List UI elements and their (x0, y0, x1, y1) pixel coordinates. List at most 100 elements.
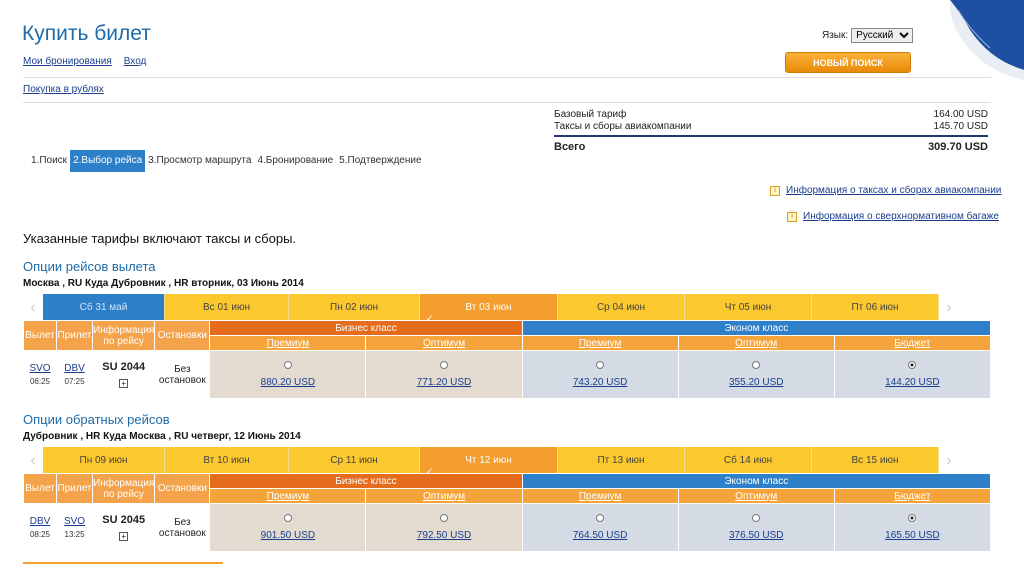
fare-radio-selected[interactable] (908, 361, 917, 369)
info-icon: i (787, 211, 797, 222)
outbound-day-tab[interactable]: Пн 02 июн (289, 294, 420, 321)
page-title: Купить билет (22, 22, 151, 45)
departure-time: 08:25 (29, 530, 51, 539)
business-class-header: Бизнес класс (209, 473, 523, 489)
fare-price[interactable]: 144.20 USD (885, 377, 939, 388)
inbound-route: Дубровник , HR Куда Москва , RU четверг,… (23, 431, 301, 442)
taxes-info-link[interactable]: Информация о таксах и сборах авиакомпани… (786, 185, 1001, 196)
expand-plus-icon[interactable]: + (119, 378, 129, 388)
inbound-day-tab[interactable]: Вс 15 июн (812, 447, 939, 474)
language-select[interactable]: Русский (851, 28, 914, 43)
footer-divider (23, 562, 223, 564)
fare-price[interactable]: 355.20 USD (729, 377, 783, 388)
col-flight-info: Информация по рейсу (92, 320, 156, 351)
arrival-time: 07:25 (64, 377, 85, 386)
departure-airport-link[interactable]: SVO (29, 363, 50, 374)
outbound-day-tab[interactable]: Сб 31 май (43, 294, 165, 321)
col-stops: Остановки (154, 473, 211, 504)
fare-radio[interactable] (440, 514, 448, 522)
inbound-day-tab[interactable]: Пн 09 июн (43, 447, 165, 474)
col-arrival: Прилет (56, 320, 94, 351)
step-route-review: 3.Просмотр маршрута (148, 155, 252, 166)
economy-class-header: Эконом класс (521, 473, 992, 489)
fare-price[interactable]: 901.50 USD (261, 530, 315, 541)
col-flight-info: Информация по рейсу (92, 473, 156, 504)
taxes-value: 145.70 USD (933, 121, 988, 132)
base-fare-value: 164.00 USD (933, 109, 988, 120)
inbound-day-tab[interactable]: Вт 10 июн (165, 447, 289, 474)
fare-radio[interactable] (440, 361, 448, 369)
login-link[interactable]: Вход (124, 56, 147, 67)
economy-class-header: Эконом класс (521, 320, 992, 336)
step-search[interactable]: 1.Поиск (28, 150, 70, 172)
fare-budget-economy[interactable]: Бюджет (894, 338, 930, 349)
total-label: Всего (554, 141, 586, 153)
inbound-date-strip: ‹ Пн 09 июн Вт 10 июн Ср 11 июн ✓ Чт 12 и… (23, 447, 991, 476)
stops-value: Без остановок (154, 350, 211, 399)
outbound-day-tab[interactable]: Чт 05 июн (685, 294, 812, 321)
outbound-route: Москва , RU Куда Дубровник , HR вторник,… (23, 278, 304, 289)
new-search-button[interactable]: НОВЫЙ ПОИСК (785, 52, 911, 73)
fare-optimum-economy[interactable]: Оптимум (735, 491, 777, 502)
fare-radio[interactable] (752, 361, 761, 369)
fare-premium-economy[interactable]: Премиум (579, 338, 622, 349)
fare-radio[interactable] (283, 361, 292, 369)
rub-purchase-link[interactable]: Покупка в рублях (23, 84, 104, 95)
fare-premium-business[interactable]: Премиум (267, 491, 310, 502)
outbound-title: Опции рейсов вылета (23, 259, 156, 274)
outbound-day-tab[interactable]: Вс 01 июн (165, 294, 289, 321)
outbound-day-tab-selected[interactable]: ✓ Вт 03 июн (420, 294, 558, 323)
step-flight-selection: 2.Выбор рейса (70, 150, 146, 172)
fare-price[interactable]: 771.20 USD (417, 377, 471, 388)
base-fare-label: Базовый тариф (554, 109, 627, 120)
col-departure: Вылет (22, 320, 58, 351)
fare-premium-economy[interactable]: Премиум (579, 491, 622, 502)
fare-price[interactable]: 376.50 USD (729, 530, 783, 541)
language-label: Язык: (822, 30, 849, 41)
arrival-airport-link[interactable]: SVO (64, 516, 85, 527)
inbound-fare-table: Вылет Прилет Информация по рейсу Останов… (22, 473, 992, 552)
fare-budget-economy[interactable]: Бюджет (894, 491, 930, 502)
booking-steps: 1.Поиск 2.Выбор рейса 3.Просмотр маршрут… (28, 150, 425, 172)
fare-optimum-business[interactable]: Оптимум (423, 338, 465, 349)
outbound-day-tab[interactable]: Пт 06 июн (812, 294, 939, 321)
outbound-day-tab[interactable]: Ср 04 июн (558, 294, 685, 321)
divider (23, 102, 991, 103)
prev-arrow-icon[interactable]: ‹ (23, 294, 43, 321)
arrival-airport-link[interactable]: DBV (64, 363, 85, 374)
fare-radio[interactable] (596, 514, 605, 522)
fare-price[interactable]: 792.50 USD (417, 530, 471, 541)
fare-radio[interactable] (752, 514, 761, 522)
next-arrow-icon[interactable]: › (939, 447, 959, 474)
col-arrival: Прилет (56, 473, 94, 504)
fare-price[interactable]: 743.20 USD (573, 377, 627, 388)
next-arrow-icon[interactable]: › (939, 294, 959, 321)
taxes-label: Таксы и сборы авиакомпании (554, 121, 692, 132)
departure-time: 06:25 (29, 377, 51, 386)
outbound-fare-table: Вылет Прилет Информация по рейсу Останов… (22, 320, 992, 399)
baggage-info-link[interactable]: Информация о сверхнормативном багаже (803, 211, 999, 222)
fare-optimum-economy[interactable]: Оптимум (735, 338, 777, 349)
fare-optimum-business[interactable]: Оптимум (423, 491, 465, 502)
fare-radio-selected[interactable] (908, 514, 917, 522)
departure-airport-link[interactable]: DBV (30, 516, 51, 527)
expand-plus-icon[interactable]: + (119, 531, 129, 541)
fare-premium-business[interactable]: Премиум (267, 338, 310, 349)
fare-price[interactable]: 880.20 USD (261, 377, 315, 388)
prev-arrow-icon[interactable]: ‹ (23, 447, 43, 474)
total-value: 309.70 USD (928, 141, 988, 153)
fare-note: Указанные тарифы включают таксы и сборы. (23, 231, 297, 246)
inbound-day-tab[interactable]: Сб 14 июн (685, 447, 812, 474)
my-bookings-link[interactable]: Мои бронирования (23, 56, 112, 67)
inbound-day-tab[interactable]: Ср 11 июн (289, 447, 420, 474)
inbound-day-tab-selected[interactable]: ✓ Чт 12 июн (420, 447, 558, 476)
inbound-day-tab[interactable]: Пт 13 июн (558, 447, 685, 474)
fare-price[interactable]: 764.50 USD (573, 530, 627, 541)
fare-radio[interactable] (283, 514, 292, 522)
step-confirmation: 5.Подтверждение (339, 155, 422, 166)
stops-value: Без остановок (154, 503, 211, 552)
business-class-header: Бизнес класс (209, 320, 523, 336)
fare-price[interactable]: 165.50 USD (885, 530, 939, 541)
fare-radio[interactable] (596, 361, 605, 369)
step-booking: 4.Бронирование (257, 155, 334, 166)
